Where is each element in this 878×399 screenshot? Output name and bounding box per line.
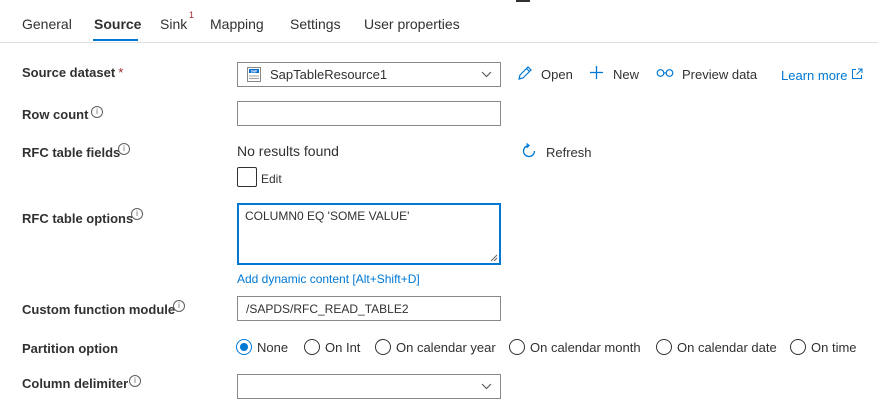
- add-dynamic-content-link[interactable]: Add dynamic content [Alt+Shift+D]: [237, 272, 420, 286]
- row-count-input[interactable]: [237, 101, 501, 126]
- rfc-table-options-label: RFC table options: [22, 211, 134, 226]
- top-edge-marker: [516, 0, 530, 2]
- open-button[interactable]: Open: [541, 67, 573, 82]
- rfc-table-options-info-icon[interactable]: i: [131, 208, 143, 220]
- partition-on-int-radio[interactable]: [304, 339, 320, 355]
- partition-on-calendar-date-label: On calendar date: [677, 340, 777, 355]
- source-dataset-label: Source dataset *: [22, 65, 123, 80]
- learn-more-link[interactable]: Learn more: [781, 68, 847, 83]
- partition-on-calendar-month-label: On calendar month: [530, 340, 641, 355]
- row-count-info-icon[interactable]: i: [91, 106, 103, 118]
- partition-on-calendar-month-radio[interactable]: [509, 339, 525, 355]
- rfc-table-fields-info-icon[interactable]: i: [118, 143, 130, 155]
- edit-checkbox-label: Edit: [261, 172, 282, 186]
- partition-on-time-radio[interactable]: [790, 339, 806, 355]
- tab-settings[interactable]: Settings: [290, 16, 341, 32]
- resize-grip-icon[interactable]: [490, 254, 498, 262]
- partition-on-calendar-year-label: On calendar year: [396, 340, 496, 355]
- tab-general[interactable]: General: [22, 16, 72, 32]
- preview-data-button[interactable]: Preview data: [682, 67, 757, 82]
- custom-function-module-label: Custom function module: [22, 302, 176, 317]
- rfc-table-options-textarea[interactable]: COLUMN0 EQ 'SOME VALUE': [237, 203, 501, 265]
- partition-on-calendar-year-radio[interactable]: [375, 339, 391, 355]
- refresh-icon[interactable]: [520, 142, 538, 160]
- partition-on-time-label: On time: [811, 340, 857, 355]
- partition-on-calendar-date-radio[interactable]: [656, 339, 672, 355]
- custom-function-module-input[interactable]: /SAPDS/RFC_READ_TABLE2: [237, 296, 501, 321]
- custom-function-module-info-icon[interactable]: i: [173, 300, 185, 312]
- partition-option-label: Partition option: [22, 341, 119, 356]
- sap-table-icon: SAP: [247, 67, 261, 82]
- required-mark: *: [118, 65, 124, 80]
- rfc-table-fields-label: RFC table fields: [22, 145, 121, 160]
- tab-sink[interactable]: Sink: [160, 16, 187, 32]
- partition-none-label: None: [257, 340, 289, 355]
- partition-on-int-label: On Int: [325, 340, 361, 355]
- glasses-icon[interactable]: [656, 68, 674, 78]
- refresh-button[interactable]: Refresh: [546, 145, 592, 160]
- chevron-down-icon[interactable]: [481, 71, 492, 78]
- new-button[interactable]: New: [613, 67, 639, 82]
- column-delimiter-info-icon[interactable]: i: [129, 375, 141, 387]
- tab-bar: General Source Sink 1 Mapping Settings U…: [0, 0, 878, 43]
- plus-icon[interactable]: [589, 65, 604, 80]
- custom-function-module-value: /SAPDS/RFC_READ_TABLE2: [246, 302, 409, 316]
- sink-error-badge: 1: [189, 10, 195, 20]
- tab-mapping[interactable]: Mapping: [210, 16, 264, 32]
- row-count-label: Row count: [22, 107, 89, 122]
- no-results-text: No results found: [237, 143, 339, 159]
- rfc-table-options-value: COLUMN0 EQ 'SOME VALUE': [245, 209, 410, 223]
- partition-none-radio[interactable]: [236, 339, 252, 355]
- svg-text:SAP: SAP: [251, 69, 258, 73]
- tab-source[interactable]: Source: [94, 16, 141, 32]
- column-delimiter-select[interactable]: [237, 374, 501, 399]
- edit-checkbox[interactable]: [237, 167, 257, 187]
- source-dataset-select[interactable]: SAP SapTableResource1: [237, 62, 501, 87]
- external-link-icon[interactable]: [851, 68, 863, 80]
- source-dataset-value: SapTableResource1: [270, 67, 388, 82]
- active-tab-indicator: [93, 39, 138, 41]
- tab-user-properties[interactable]: User properties: [364, 16, 460, 32]
- source-dataset-label-text: Source dataset: [22, 65, 116, 80]
- pencil-icon[interactable]: [517, 65, 533, 81]
